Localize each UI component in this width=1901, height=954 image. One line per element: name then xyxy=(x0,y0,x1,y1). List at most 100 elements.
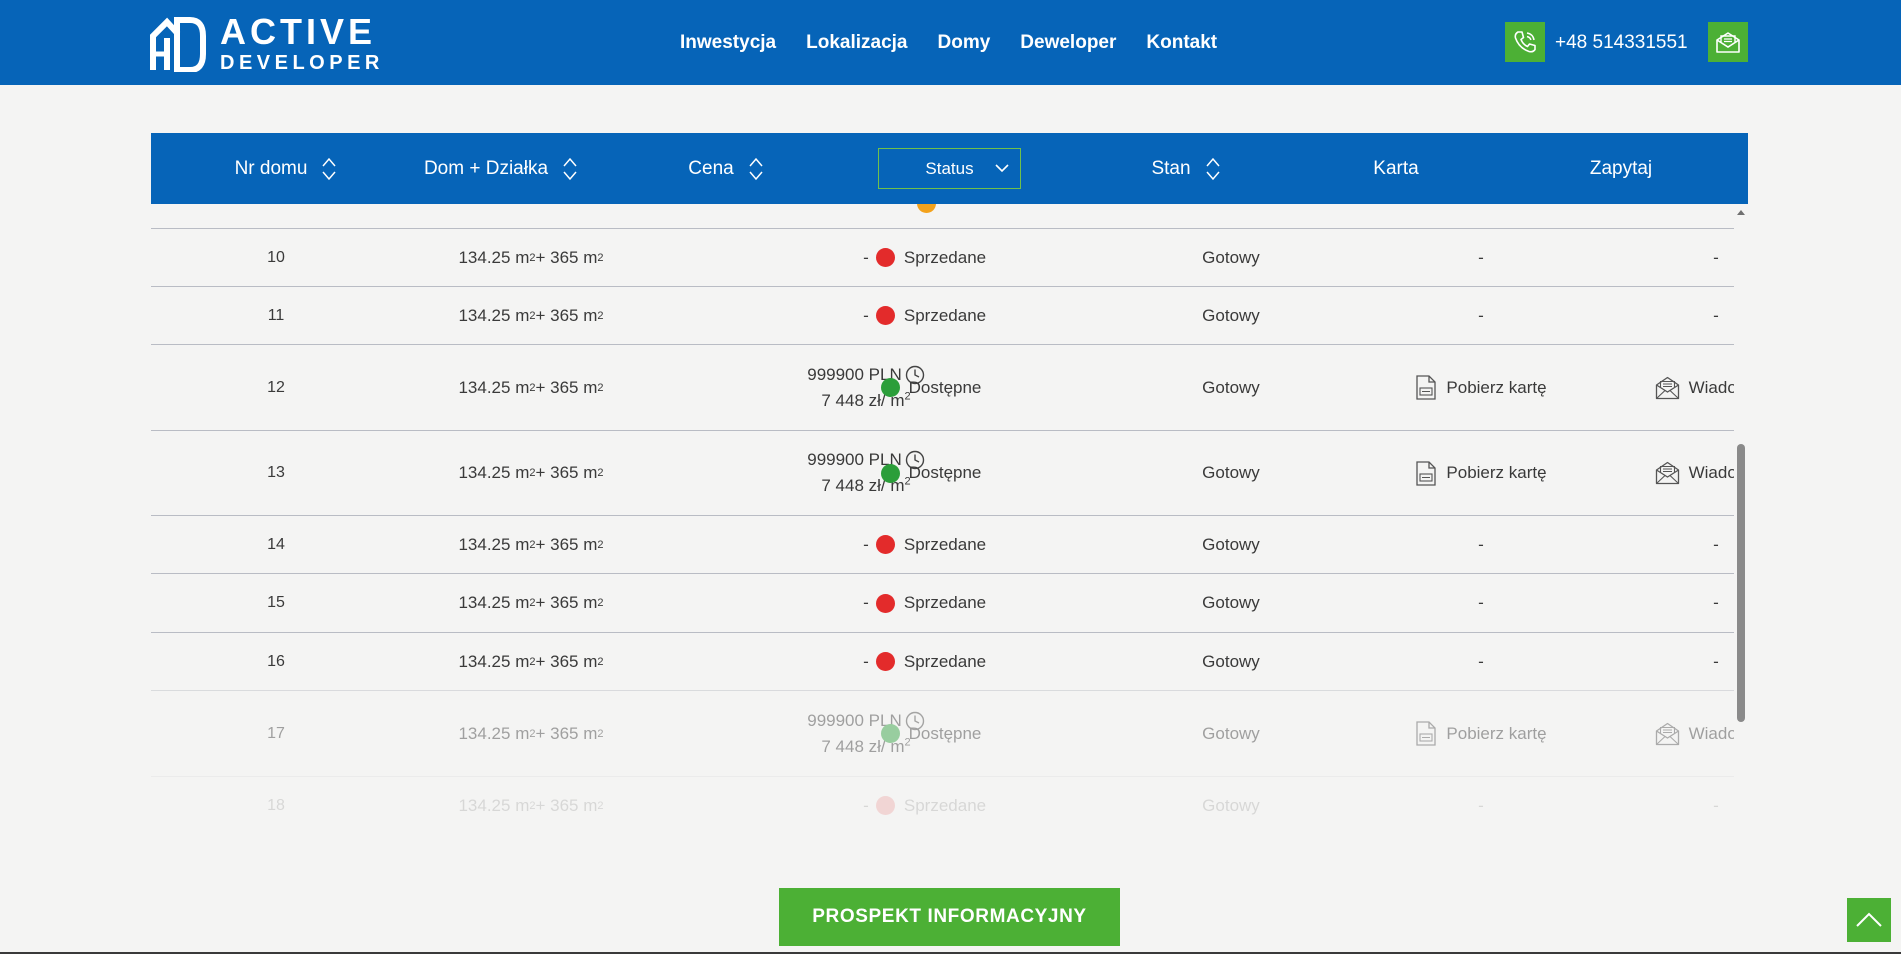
status-dot xyxy=(917,204,936,213)
status-dot xyxy=(875,593,895,613)
status-filter-dropdown[interactable]: Status xyxy=(878,148,1021,189)
status-label: Dostępne xyxy=(908,377,982,397)
cell-card: Pobierz kartę xyxy=(1361,431,1601,515)
sort-icon[interactable] xyxy=(562,156,578,182)
nav-inwestycja[interactable]: Inwestycja xyxy=(680,32,776,54)
cell-status: Dostępne xyxy=(851,691,1011,776)
cell-state: Gotowy xyxy=(1151,516,1311,573)
scroll-thumb[interactable] xyxy=(1737,444,1745,722)
house-number: 11 xyxy=(267,306,285,324)
mail-button[interactable] xyxy=(1708,22,1748,62)
cell-card: - xyxy=(1361,574,1601,632)
cell-card: Pobierz kartę xyxy=(1361,345,1601,430)
cell-nr: 12 xyxy=(151,345,401,430)
cell-area: 134.25 m2 + 365 m2 xyxy=(458,593,604,612)
cell-card: - xyxy=(1361,287,1601,344)
col-dom-dzialka-label: Dom + Działka xyxy=(423,157,549,179)
message-link[interactable]: Wiadomość xyxy=(1655,722,1734,746)
phone-icon xyxy=(1514,31,1536,53)
plot-area: + 365 m xyxy=(535,377,598,397)
state-label: Gotowy xyxy=(1202,377,1260,397)
cell-ask: - xyxy=(1596,229,1734,286)
plot-area: + 365 m xyxy=(535,795,598,815)
ask-empty: - xyxy=(1713,534,1719,554)
cell-area: 134.25 m2 + 365 m2 xyxy=(458,305,604,325)
message-link[interactable]: Wiadomość xyxy=(1655,461,1734,485)
message-label: Wiadomość xyxy=(1688,463,1734,482)
scroll-up-arrow[interactable] xyxy=(1737,210,1745,215)
cell-status: Dostępne xyxy=(851,431,1011,515)
cell-ask: - xyxy=(1596,777,1734,820)
state-label: Gotowy xyxy=(1202,651,1260,671)
state-label: Gotowy xyxy=(1202,463,1260,482)
sort-icon[interactable] xyxy=(1205,156,1221,182)
col-zapytaj: Zapytaj xyxy=(1546,133,1696,204)
status-dot xyxy=(880,378,900,397)
cell-state: Gotowy xyxy=(1151,345,1311,430)
cell-nr: 14 xyxy=(151,516,401,573)
logo[interactable]: ACTIVE DEVELOPER xyxy=(150,10,384,73)
house-number: 16 xyxy=(267,652,285,670)
table-row: 11 134.25 m2 + 365 m 2- Sprzedane Gotowy - - xyxy=(151,286,1734,344)
document-icon xyxy=(1416,460,1437,486)
download-card-link[interactable]: Pobierz kartę xyxy=(1415,375,1547,400)
sort-icon[interactable] xyxy=(321,156,337,182)
col-dom-dzialka[interactable]: Dom + Działka xyxy=(406,133,596,204)
cell-card: Pobierz kartę xyxy=(1361,691,1601,776)
card-empty: - xyxy=(1478,305,1484,325)
download-card-label: Pobierz kartę xyxy=(1446,723,1547,743)
message-label: Wiadomość xyxy=(1688,377,1734,397)
cell-card: - xyxy=(1361,633,1601,690)
ask-empty: - xyxy=(1713,247,1719,267)
cell-status: Sprzedane xyxy=(851,633,1011,690)
cell-status: Sprzedane xyxy=(851,777,1011,820)
house-area: 134.25 m xyxy=(458,651,530,671)
phone-button[interactable] xyxy=(1505,22,1545,62)
col-cena[interactable]: Cena xyxy=(661,133,791,204)
col-stan[interactable]: Stan xyxy=(1126,133,1246,204)
nav-deweloper[interactable]: Deweloper xyxy=(1020,32,1116,54)
plot-area: + 365 m xyxy=(535,305,598,325)
cell-state: Gotowy xyxy=(1151,777,1311,820)
table-body[interactable]: 10 134.25 m2 + 365 m 2 - Sprzedane Gotowy - - 11… xyxy=(151,204,1734,820)
message-link[interactable]: Wiadomość xyxy=(1655,376,1734,400)
prospekt-button[interactable]: PROSPEKT INFORMACYJNY xyxy=(779,888,1120,946)
card-empty: - xyxy=(1478,593,1484,612)
house-area: 134.25 m xyxy=(458,463,530,482)
download-card-link[interactable]: Pobierz kartę xyxy=(1415,460,1547,486)
status-label: Sprzedane xyxy=(903,247,987,267)
status-dot xyxy=(875,306,895,325)
plot-area: + 365 m xyxy=(535,463,598,482)
mail-icon xyxy=(1655,461,1679,485)
download-card-link[interactable]: Pobierz kartę xyxy=(1415,721,1547,746)
status-label: Sprzedane xyxy=(903,795,987,815)
logo-title: ACTIVE xyxy=(220,10,377,52)
sort-icon[interactable] xyxy=(748,156,764,182)
cell-status: Sprzedane xyxy=(851,229,1011,286)
cell-state: Gotowy xyxy=(1151,691,1311,776)
cell-area: 134.25 m2 + 365 m2 xyxy=(458,463,604,482)
col-karta: Karta xyxy=(1321,133,1471,204)
table-row: 15 134.25 m2 + 365 m 2- Sprzedane Gotowy - - xyxy=(151,573,1734,632)
state-label: Gotowy xyxy=(1202,795,1260,815)
house-number: 17 xyxy=(267,724,285,742)
house-number: 14 xyxy=(267,535,285,553)
cell-ask: - xyxy=(1596,633,1734,690)
nav-domy[interactable]: Domy xyxy=(938,32,991,54)
col-nr-domu[interactable]: Nr domu xyxy=(211,133,361,204)
nav-lokalizacja[interactable]: Lokalizacja xyxy=(806,32,907,54)
cell-ask: - xyxy=(1596,287,1734,344)
cell-ask: Wiadomość xyxy=(1596,345,1734,430)
cell-area: 134.25 m2 + 365 m2 xyxy=(458,723,604,743)
ask-empty: - xyxy=(1713,305,1719,325)
scroll-top-button[interactable] xyxy=(1847,898,1891,942)
phone-number[interactable]: +48 514331551 xyxy=(1555,0,1688,85)
status-label: Sprzedane xyxy=(903,534,987,554)
nav-kontakt[interactable]: Kontakt xyxy=(1146,32,1217,54)
house-area: 134.25 m xyxy=(458,305,530,325)
table-scrollbar[interactable] xyxy=(1734,204,1748,820)
cell-nr: 18 xyxy=(151,777,401,820)
cell-nr: 10 xyxy=(151,229,401,286)
status-dot xyxy=(880,463,900,483)
ask-empty: - xyxy=(1713,651,1719,671)
